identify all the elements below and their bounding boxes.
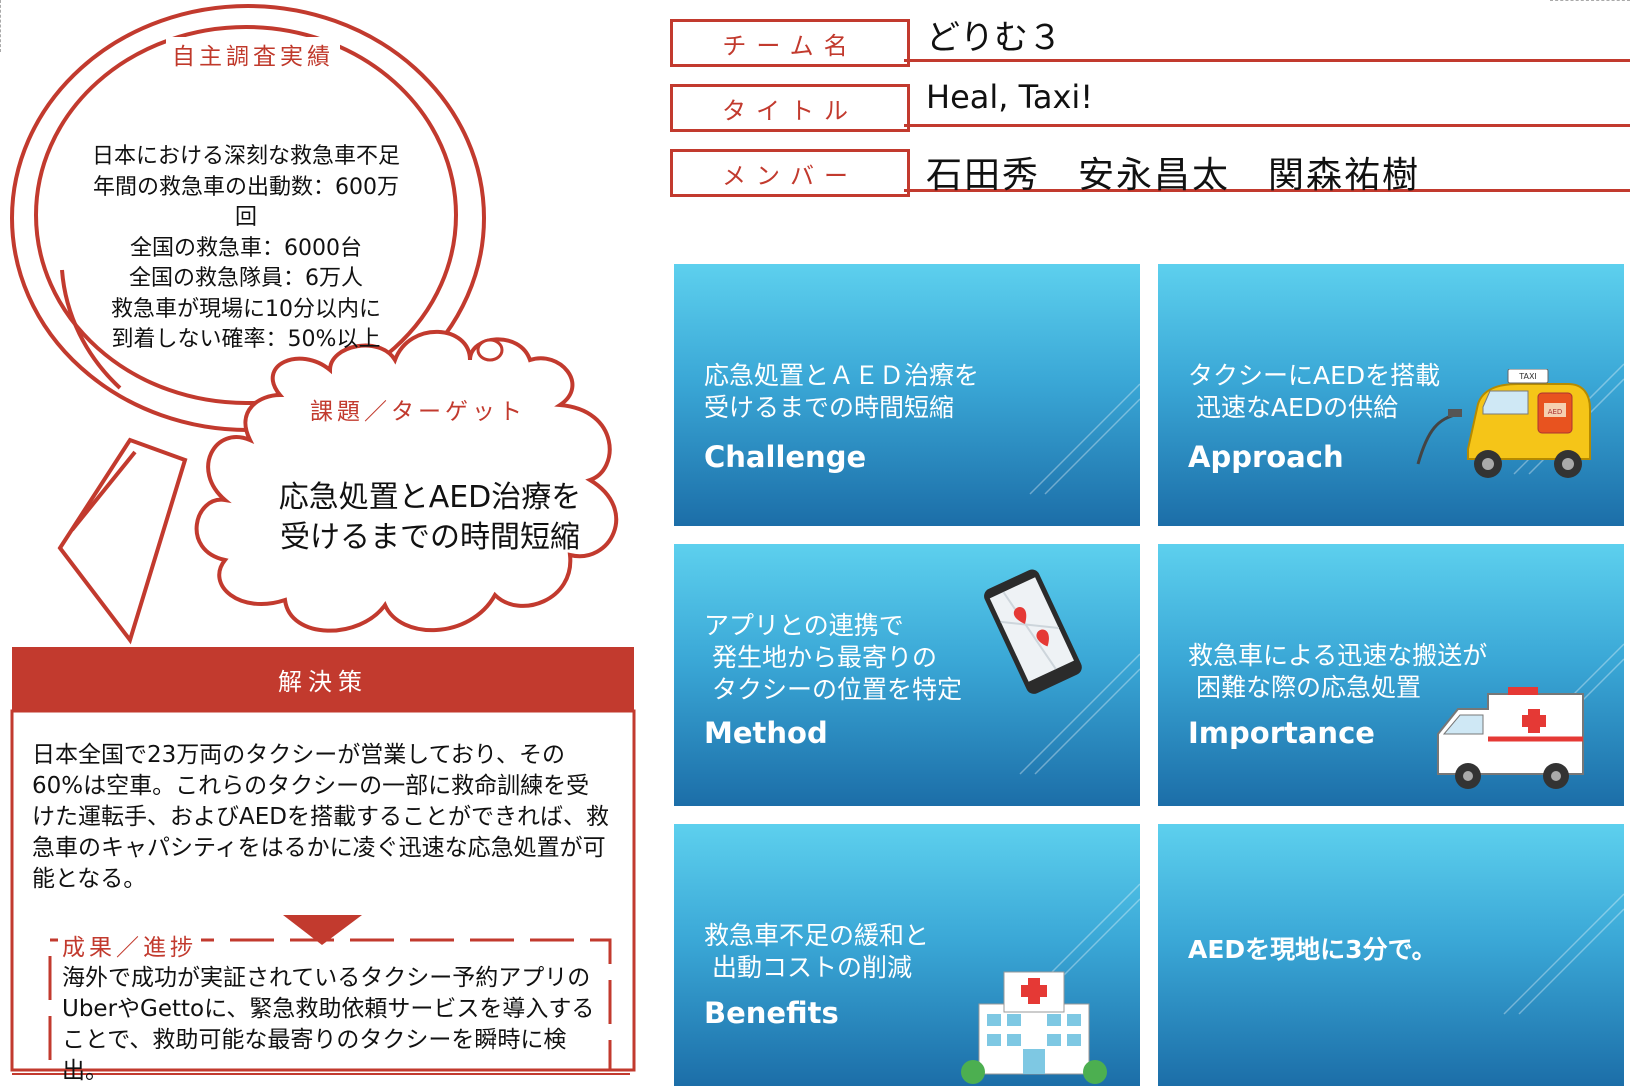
team-name-line	[904, 59, 1630, 62]
team-name-value: どりむ３	[926, 18, 1062, 58]
tile-approach: タクシーにAEDを搭載 迅速なAEDの供給 Approach AED TAXI	[1158, 264, 1624, 526]
target-line: 応急処置とAED治療を	[278, 480, 582, 515]
tile-en-title: Benefits	[704, 996, 839, 1030]
research-line: 年間の救急車の出動数：600万	[93, 174, 399, 200]
tile-jp-text: タクシーにAEDを搭載 迅速なAEDの供給	[1188, 361, 1441, 422]
team-name-label: チーム名	[670, 19, 910, 67]
member-value: 石田秀 安永昌太 関森祐樹	[926, 155, 1421, 196]
tile-benefits: 救急車不足の緩和と 出動コストの削減 Benefits	[674, 824, 1140, 1086]
target-title: 課題／ターゲット	[310, 399, 526, 425]
corner-mark	[1550, 0, 1630, 2]
result-title: 成果／進捗	[58, 928, 201, 962]
taxi-icon: AED TAXI	[1416, 369, 1591, 478]
tile-jp-text: 応急処置とＡＥＤ治療を 受けるまでの時間短縮	[704, 361, 980, 422]
research-line: 救急車が現場に10分以内に	[111, 296, 381, 322]
research-line: 全国の救急車：6000台	[130, 235, 362, 261]
hospital-icon	[961, 971, 1107, 1084]
tile-aed-3min: AEDを現地に3分で。	[1158, 824, 1624, 1086]
title-line	[904, 124, 1630, 127]
taxi-sign-label: TAXI	[1518, 372, 1537, 381]
diagonal-lines-decoration	[1503, 893, 1624, 1015]
result-text: 海外で成功が実証されているタクシー予約アプリのUberやGettoに、緊急救助依…	[62, 965, 595, 1084]
tile-challenge: 応急処置とＡＥＤ治療を 受けるまでの時間短縮 Challenge	[674, 264, 1140, 526]
tile-method: アプリとの連携で 発生地から最寄りの タクシーの位置を特定 Method	[674, 544, 1140, 806]
title-label: タイトル	[670, 84, 910, 132]
title-value: Heal, Taxi!	[926, 78, 1094, 116]
magnifier-handle	[57, 437, 188, 645]
solution-text: 日本全国で23万両のタクシーが営業しており、その60%は空車。これらのタクシーの…	[32, 742, 609, 892]
research-line: 到着しない確率：50%以上	[111, 327, 381, 352]
tile-en-title: Method	[704, 716, 828, 750]
research-line: 日本における深刻な救急車不足	[91, 144, 400, 169]
tile-jp-text: アプリとの連携で 発生地から最寄りの タクシーの位置を特定	[704, 611, 962, 704]
research-title: 自主調査実績	[166, 37, 340, 71]
tile-en-title: Approach	[1188, 440, 1344, 474]
aed-device-label: AED	[1548, 408, 1563, 416]
diagonal-lines-decoration	[1029, 383, 1140, 495]
tile-en-title: Importance	[1188, 716, 1375, 750]
target-line: 受けるまでの時間短縮	[280, 520, 580, 555]
target-text: 応急処置とAED治療を 受けるまでの時間短縮	[250, 478, 610, 558]
tile-en-title: Challenge	[704, 440, 867, 474]
smartphone-map-icon	[984, 569, 1082, 694]
tile-importance: 救急車による迅速な搬送が 困難な際の応急処置 Importance	[1158, 544, 1624, 806]
research-line: 全国の救急隊員：6万人	[129, 266, 363, 291]
tile-jp-text: 救急車不足の緩和と 出動コストの削減	[704, 921, 930, 982]
ambulance-icon	[1437, 687, 1584, 789]
research-stats: 日本における深刻な救急車不足 年間の救急車の出動数：600万 回 全国の救急車：…	[60, 142, 432, 356]
tile-en-title: AEDを現地に3分で。	[1188, 935, 1437, 964]
research-line: 回	[234, 205, 257, 230]
solution-header: 解決策	[12, 647, 634, 711]
member-label: メンバー	[670, 149, 910, 197]
